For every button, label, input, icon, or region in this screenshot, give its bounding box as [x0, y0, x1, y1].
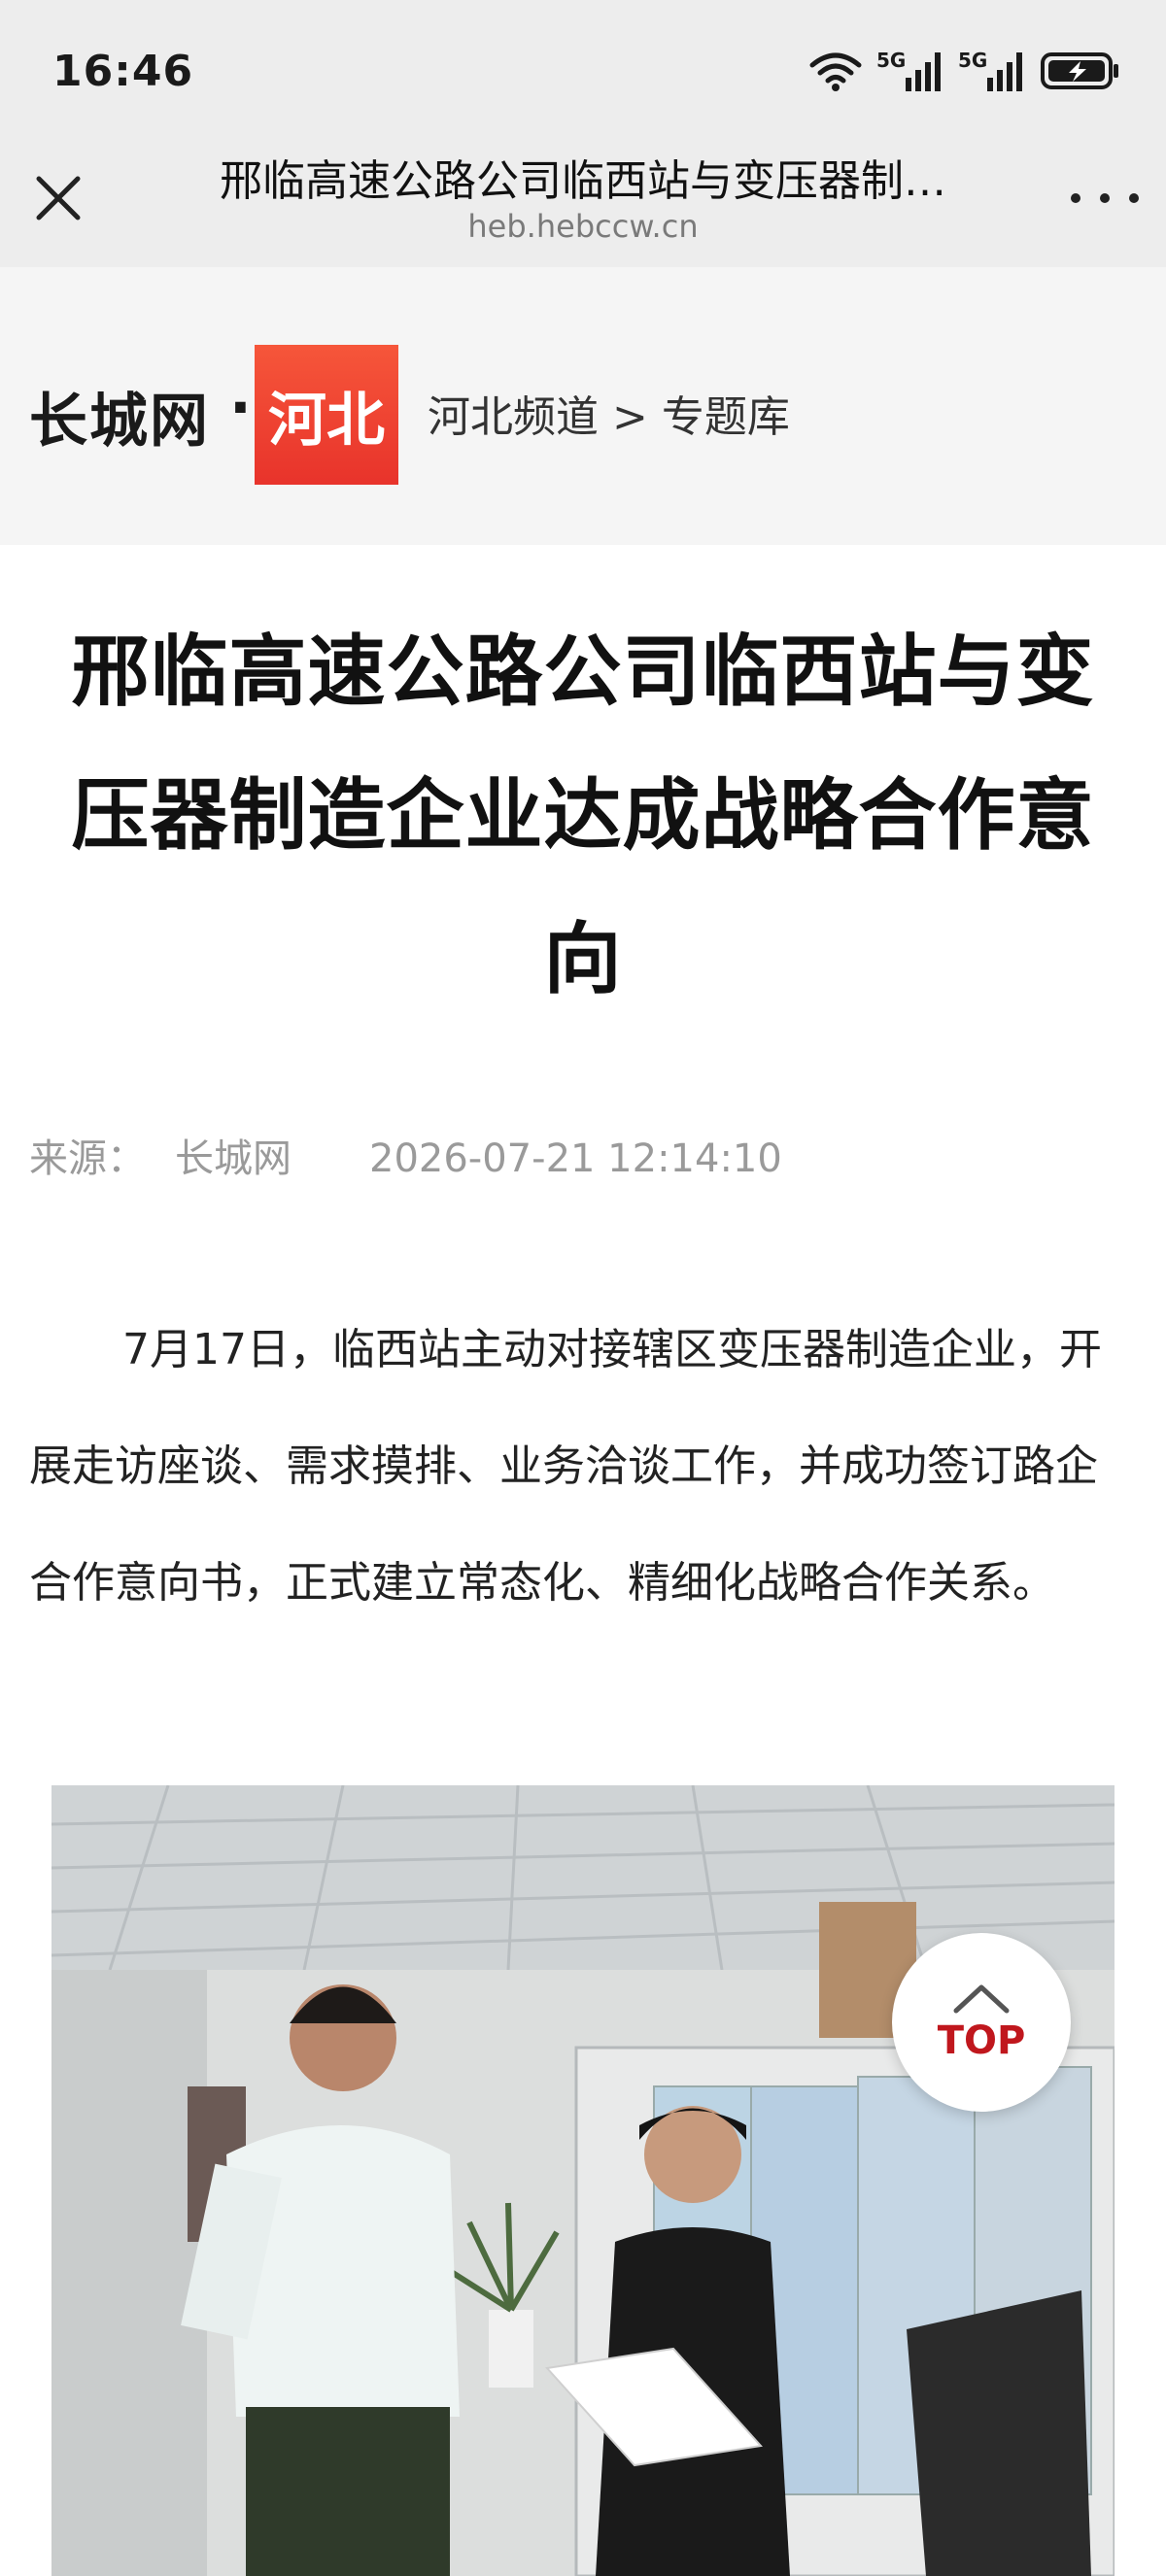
- back-to-top-button[interactable]: TOP: [892, 1933, 1071, 2112]
- site-header: 长城网 · 河北 河北频道 > 专题库: [0, 267, 1166, 545]
- site-brand[interactable]: 长城网: [29, 374, 210, 458]
- wifi-icon: [809, 52, 862, 91]
- dot: [1129, 193, 1139, 203]
- source-label: 来源：: [29, 1136, 146, 1181]
- page-url: heb.hebccw.cn: [467, 208, 699, 245]
- article-paragraph: 7月17日，临西站主动对接辖区变压器制造企业，开展走访座谈、需求摸排、业务洽谈工…: [29, 1325, 1102, 1608]
- back-to-top-label: TOP: [937, 2018, 1026, 2063]
- browser-nav-bar: 邢临高速公路公司临西站与变压器制… heb.hebccw.cn: [0, 146, 1166, 267]
- page-title: 邢临高速公路公司临西站与变压器制…: [220, 156, 946, 206]
- article-title: 邢临高速公路公司临西站与变压器制造企业达成战略合作意向: [71, 627, 1095, 1004]
- more-icon[interactable]: [1071, 179, 1139, 218]
- status-bar: 16:46 5G 5G: [0, 0, 1166, 146]
- brand-separator: ·: [229, 374, 252, 442]
- site-logo[interactable]: 河北: [255, 345, 398, 485]
- chevron-up-icon: [953, 1984, 1010, 2014]
- signal-5g-icon: 5G: [958, 49, 1026, 93]
- publish-date: 2026-07-21 12:14:10: [369, 1136, 782, 1181]
- status-icons: 5G 5G: [808, 49, 1121, 93]
- article-meta: 来源： 长城网 2026-07-21 12:14:10: [29, 1127, 782, 1183]
- dot: [1100, 193, 1110, 203]
- battery-charging-icon: [1041, 52, 1118, 89]
- article-photo: [51, 1785, 1115, 2576]
- close-icon[interactable]: [27, 167, 89, 229]
- breadcrumb[interactable]: 河北频道 > 专题库: [428, 382, 790, 444]
- dot: [1071, 193, 1080, 203]
- status-time: 16:46: [52, 47, 194, 96]
- source-name: 长城网: [175, 1136, 292, 1181]
- signal-5g-icon: 5G: [876, 49, 944, 93]
